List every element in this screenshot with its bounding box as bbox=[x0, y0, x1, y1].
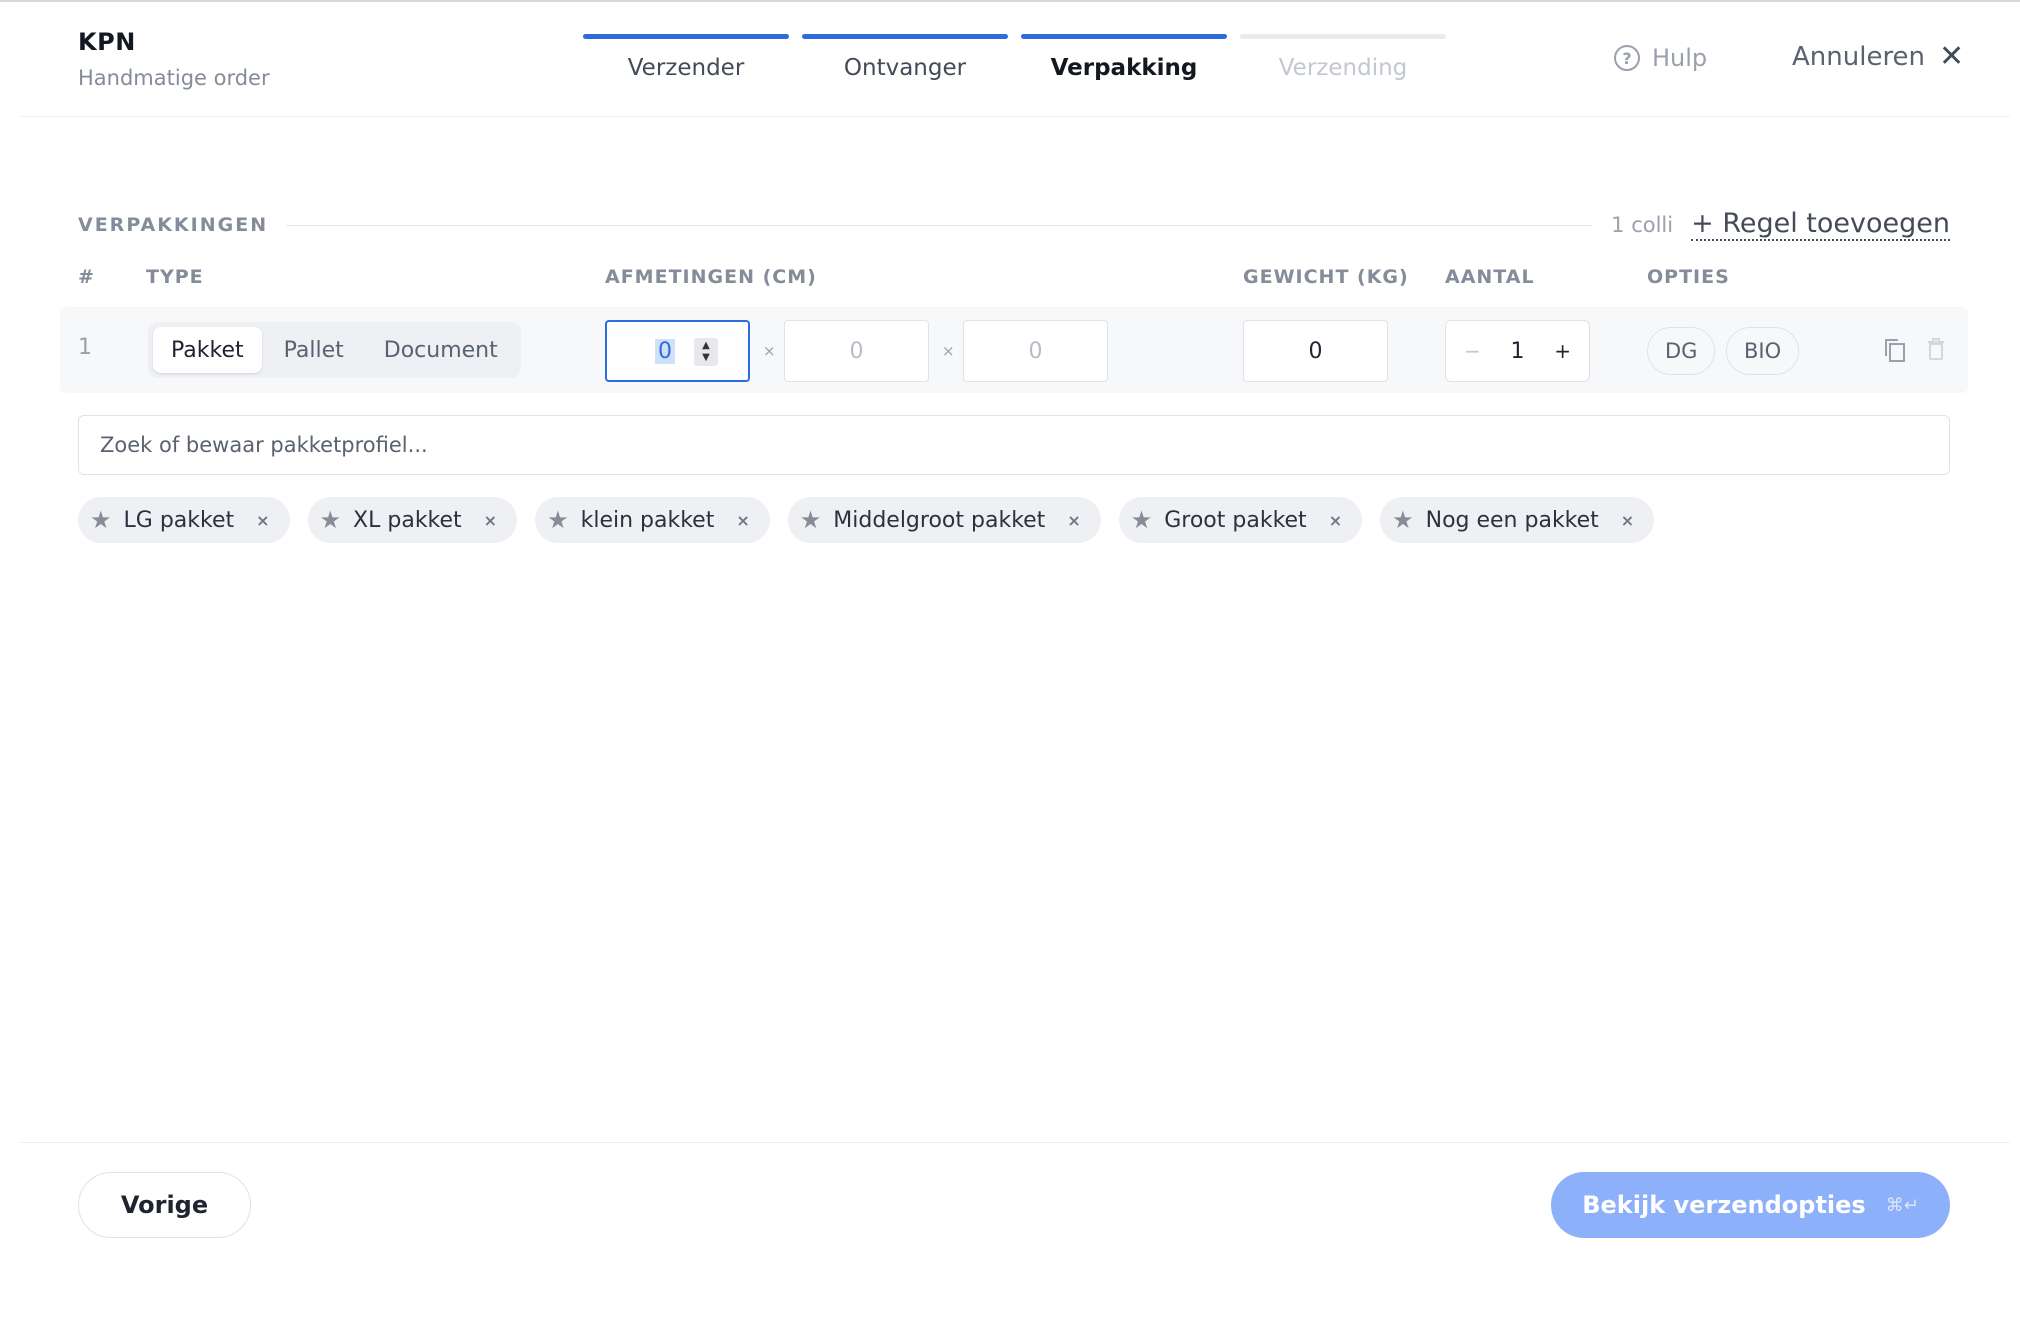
profile-chip[interactable]: ★ Nog een pakket × bbox=[1380, 497, 1655, 543]
trash-icon[interactable] bbox=[1926, 337, 1946, 365]
option-dg-toggle[interactable]: DG bbox=[1647, 327, 1716, 375]
times-icon: × bbox=[942, 342, 955, 360]
footer-divider bbox=[20, 1142, 2010, 1143]
package-row: 1 Pakket Pallet Document 0 ▲ ▼ × 0 × 0 0 … bbox=[60, 307, 1968, 393]
height-value: 0 bbox=[1028, 338, 1043, 364]
star-icon: ★ bbox=[319, 506, 342, 534]
profile-chip[interactable]: ★ XL pakket × bbox=[307, 497, 518, 543]
section-header: VERPAKKINGEN 1 colli + Regel toevoegen bbox=[78, 208, 1950, 242]
decrement-button[interactable]: − bbox=[1464, 339, 1481, 363]
star-icon: ★ bbox=[90, 506, 112, 534]
type-option-document[interactable]: Document bbox=[366, 327, 516, 373]
length-value: 0 bbox=[655, 338, 675, 364]
step-progress-bar bbox=[1021, 34, 1227, 39]
profile-chips: ★ LG pakket × ★ XL pakket × ★ klein pakk… bbox=[78, 497, 1655, 543]
quantity-value[interactable]: 1 bbox=[1511, 339, 1525, 364]
profile-chip-label: Middelgroot pakket bbox=[833, 507, 1046, 533]
next-button-label: Bekijk verzendopties bbox=[1582, 1191, 1866, 1219]
close-icon: ✕ bbox=[1939, 39, 1965, 74]
profile-chip-label: Nog een pakket bbox=[1425, 507, 1599, 533]
previous-button[interactable]: Vorige bbox=[78, 1172, 251, 1238]
help-label: Hulp bbox=[1652, 44, 1708, 72]
brand-name: KPN bbox=[78, 28, 136, 56]
star-icon: ★ bbox=[1392, 506, 1414, 534]
remove-icon[interactable]: × bbox=[484, 511, 497, 530]
option-bio-toggle[interactable]: BIO bbox=[1726, 327, 1800, 375]
column-header-weight: GEWICHT (KG) bbox=[1243, 266, 1409, 288]
stepper: Verzender Ontvanger Verpakking Verzendin… bbox=[583, 34, 1446, 81]
colli-count: 1 colli bbox=[1611, 213, 1674, 237]
profile-chip[interactable]: ★ LG pakket × bbox=[78, 497, 290, 543]
profile-chip[interactable]: ★ Middelgroot pakket × bbox=[787, 497, 1101, 543]
profile-chip-label: XL pakket bbox=[353, 507, 462, 533]
header-divider bbox=[20, 116, 2010, 117]
add-row-link[interactable]: + Regel toevoegen bbox=[1691, 209, 1950, 241]
times-icon: × bbox=[763, 342, 776, 360]
column-header-options: OPTIES bbox=[1647, 266, 1730, 288]
step-label: Verzending bbox=[1278, 55, 1408, 81]
step-label: Verpakking bbox=[1050, 55, 1198, 81]
profile-chip[interactable]: ★ Groot pakket × bbox=[1118, 497, 1363, 543]
copy-icon[interactable] bbox=[1883, 337, 1909, 369]
column-header-dimensions: AFMETINGEN (CM) bbox=[605, 266, 817, 288]
column-header-type: TYPE bbox=[146, 266, 204, 288]
keyboard-shortcut-icon: ⌘↵ bbox=[1885, 1194, 1919, 1216]
step-verpakking[interactable]: Verpakking bbox=[1021, 34, 1227, 81]
step-verzending: Verzending bbox=[1240, 34, 1446, 81]
step-progress-bar bbox=[583, 34, 789, 39]
column-header-quantity: AANTAL bbox=[1445, 266, 1535, 288]
brand-subtitle: Handmatige order bbox=[78, 66, 270, 90]
type-option-pallet[interactable]: Pallet bbox=[266, 327, 362, 373]
weight-input[interactable]: 0 bbox=[1243, 320, 1388, 382]
star-icon: ★ bbox=[1130, 506, 1153, 534]
search-placeholder: Zoek of bewaar pakketprofiel... bbox=[100, 433, 428, 457]
question-circle-icon: ? bbox=[1614, 45, 1640, 71]
spinner-icon[interactable]: ▲ ▼ bbox=[694, 338, 718, 366]
row-number: 1 bbox=[78, 335, 92, 360]
cancel-button[interactable]: Annuleren ✕ bbox=[1792, 39, 1965, 74]
step-progress-bar bbox=[802, 34, 1008, 39]
brand: KPN Handmatige order bbox=[78, 28, 270, 90]
step-progress-bar bbox=[1240, 34, 1446, 39]
profile-chip-label: klein pakket bbox=[580, 507, 715, 533]
width-input[interactable]: 0 bbox=[784, 320, 929, 382]
header: KPN Handmatige order Verzender Ontvanger… bbox=[0, 0, 2020, 117]
section-divider bbox=[286, 224, 1594, 226]
star-icon: ★ bbox=[547, 506, 569, 534]
remove-icon[interactable]: × bbox=[256, 511, 269, 530]
width-value: 0 bbox=[849, 338, 864, 364]
length-input[interactable]: 0 ▲ ▼ bbox=[605, 320, 750, 382]
remove-icon[interactable]: × bbox=[736, 511, 749, 530]
cancel-label: Annuleren bbox=[1792, 42, 1926, 72]
step-ontvanger[interactable]: Ontvanger bbox=[802, 34, 1008, 81]
profile-chip-label: Groot pakket bbox=[1164, 507, 1307, 533]
type-option-pakket[interactable]: Pakket bbox=[153, 327, 262, 373]
increment-button[interactable]: + bbox=[1554, 339, 1571, 363]
section-title: VERPAKKINGEN bbox=[78, 214, 269, 236]
previous-button-label: Vorige bbox=[120, 1191, 209, 1219]
step-label: Verzender bbox=[627, 55, 745, 81]
profile-search-input[interactable]: Zoek of bewaar pakketprofiel... bbox=[78, 415, 1950, 475]
column-header-num: # bbox=[78, 266, 95, 288]
weight-value: 0 bbox=[1308, 338, 1323, 364]
height-input[interactable]: 0 bbox=[963, 320, 1108, 382]
step-label: Ontvanger bbox=[843, 55, 967, 81]
remove-icon[interactable]: × bbox=[1067, 511, 1080, 530]
profile-chip-label: LG pakket bbox=[123, 507, 235, 533]
profile-chip[interactable]: ★ klein pakket × bbox=[535, 497, 770, 543]
remove-icon[interactable]: × bbox=[1621, 511, 1634, 530]
remove-icon[interactable]: × bbox=[1329, 511, 1342, 530]
type-selector: Pakket Pallet Document bbox=[148, 322, 521, 378]
quantity-stepper: − 1 + bbox=[1445, 320, 1590, 382]
star-icon: ★ bbox=[799, 506, 822, 534]
help-button[interactable]: ? Hulp bbox=[1614, 44, 1707, 72]
view-shipping-options-button[interactable]: Bekijk verzendopties ⌘↵ bbox=[1551, 1172, 1950, 1238]
step-verzender[interactable]: Verzender bbox=[583, 34, 789, 81]
